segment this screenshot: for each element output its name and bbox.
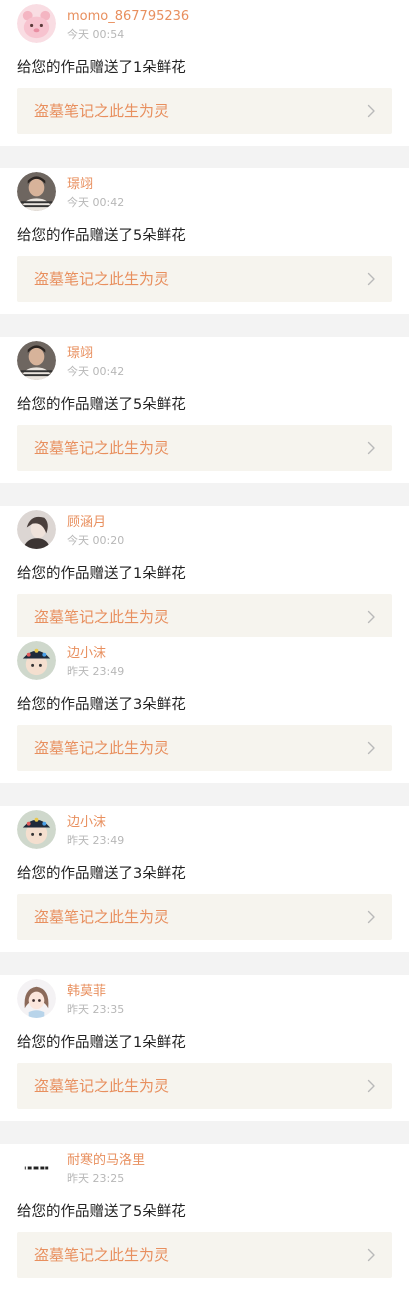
username[interactable]: 耐寒的马洛里 — [67, 1153, 145, 1169]
notification-card: 边小沫 昨天 23:49 给您的作品赠送了3朵鲜花 盗墓笔记之此生为灵 — [0, 637, 409, 783]
chevron-right-icon — [367, 741, 376, 755]
chevron-right-icon — [367, 441, 376, 455]
striped-shirt-photo-avatar[interactable] — [17, 341, 56, 380]
striped-shirt-photo-avatar[interactable] — [17, 172, 56, 211]
work-link[interactable]: 盗墓笔记之此生为灵 — [17, 425, 392, 471]
soft-portrait-avatar[interactable] — [17, 510, 56, 549]
username[interactable]: 顾涵月 — [67, 515, 106, 531]
chevron-right-icon — [367, 610, 376, 624]
work-title: 盗墓笔记之此生为灵 — [34, 1077, 170, 1095]
work-link[interactable]: 盗墓笔记之此生为灵 — [17, 1232, 392, 1278]
timestamp: 今天 00:42 — [67, 196, 125, 209]
username[interactable]: 韩莫菲 — [67, 984, 106, 1000]
timestamp: 今天 00:20 — [67, 534, 125, 547]
chevron-right-icon — [367, 272, 376, 286]
chevron-right-icon — [367, 1079, 376, 1093]
gift-message: 给您的作品赠送了3朵鲜花 — [17, 866, 186, 882]
gift-message: 给您的作品赠送了5朵鲜花 — [17, 228, 186, 244]
username[interactable]: momo_867795236 — [67, 9, 189, 25]
notification-card: 顾涵月 今天 00:20 给您的作品赠送了1朵鲜花 盗墓笔记之此生为灵 — [0, 506, 409, 652]
work-link[interactable]: 盗墓笔记之此生为灵 — [17, 894, 392, 940]
work-title: 盗墓笔记之此生为灵 — [34, 102, 170, 120]
notification-card: 耐寒的马洛里 昨天 23:25 给您的作品赠送了5朵鲜花 盗墓笔记之此生为灵 — [0, 1144, 409, 1290]
username[interactable]: 边小沫 — [67, 646, 106, 662]
hat-cartoon-avatar[interactable] — [17, 641, 56, 680]
anime-girl-avatar[interactable] — [17, 979, 56, 1018]
work-link[interactable]: 盗墓笔记之此生为灵 — [17, 1063, 392, 1109]
gift-message: 给您的作品赠送了3朵鲜花 — [17, 697, 186, 713]
work-title: 盗墓笔记之此生为灵 — [34, 1246, 170, 1264]
work-link[interactable]: 盗墓笔记之此生为灵 — [17, 594, 392, 640]
chevron-right-icon — [367, 104, 376, 118]
hat-cartoon-avatar[interactable] — [17, 810, 56, 849]
notification-card: 边小沫 昨天 23:49 给您的作品赠送了3朵鲜花 盗墓笔记之此生为灵 — [0, 806, 409, 952]
work-link[interactable]: 盗墓笔记之此生为灵 — [17, 256, 392, 302]
notification-card: 韩莫菲 昨天 23:35 给您的作品赠送了1朵鲜花 盗墓笔记之此生为灵 — [0, 975, 409, 1121]
chevron-right-icon — [367, 1248, 376, 1262]
username[interactable]: 璟翊 — [67, 177, 93, 193]
gift-message: 给您的作品赠送了1朵鲜花 — [17, 60, 186, 76]
notification-card: 璟翊 今天 00:42 给您的作品赠送了5朵鲜花 盗墓笔记之此生为灵 — [0, 168, 409, 314]
timestamp: 今天 00:42 — [67, 365, 125, 378]
work-title: 盗墓笔记之此生为灵 — [34, 439, 170, 457]
username[interactable]: 边小沫 — [67, 815, 106, 831]
gift-message: 给您的作品赠送了5朵鲜花 — [17, 1204, 186, 1220]
work-title: 盗墓笔记之此生为灵 — [34, 908, 170, 926]
notification-card: momo_867795236 今天 00:54 给您的作品赠送了1朵鲜花 盗墓笔… — [0, 0, 409, 146]
timestamp: 昨天 23:25 — [67, 1172, 125, 1185]
pink-bear-avatar[interactable] — [17, 4, 56, 43]
work-title: 盗墓笔记之此生为灵 — [34, 608, 170, 626]
username[interactable]: 璟翊 — [67, 346, 93, 362]
timestamp: 昨天 23:35 — [67, 1003, 125, 1016]
timestamp: 今天 00:54 — [67, 28, 125, 41]
work-title: 盗墓笔记之此生为灵 — [34, 270, 170, 288]
text-logo-avatar[interactable] — [17, 1148, 56, 1187]
timestamp: 昨天 23:49 — [67, 665, 125, 678]
flower-gift-notification-list: momo_867795236 今天 00:54 给您的作品赠送了1朵鲜花 盗墓笔… — [0, 0, 409, 1290]
notification-card: 璟翊 今天 00:42 给您的作品赠送了5朵鲜花 盗墓笔记之此生为灵 — [0, 337, 409, 483]
timestamp: 昨天 23:49 — [67, 834, 125, 847]
work-link[interactable]: 盗墓笔记之此生为灵 — [17, 725, 392, 771]
gift-message: 给您的作品赠送了1朵鲜花 — [17, 566, 186, 582]
gift-message: 给您的作品赠送了5朵鲜花 — [17, 397, 186, 413]
work-link[interactable]: 盗墓笔记之此生为灵 — [17, 88, 392, 134]
gift-message: 给您的作品赠送了1朵鲜花 — [17, 1035, 186, 1051]
chevron-right-icon — [367, 910, 376, 924]
work-title: 盗墓笔记之此生为灵 — [34, 739, 170, 757]
